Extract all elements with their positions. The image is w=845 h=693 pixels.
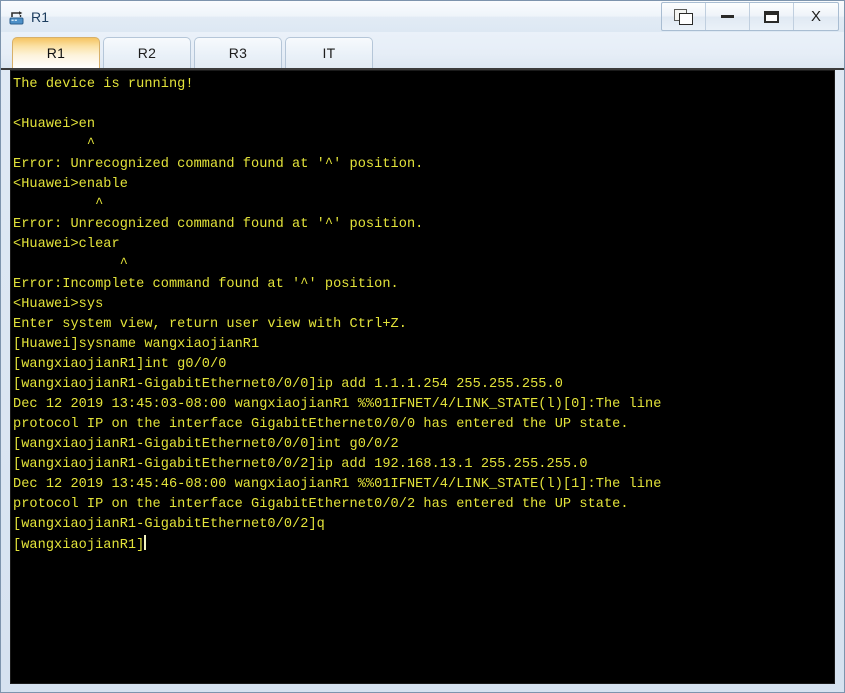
terminal-line: Error: Unrecognized command found at '^'… (13, 157, 424, 172)
terminal-line: [wangxiaojianR1-GigabitEthernet0/0/2]q (13, 517, 325, 532)
tab-bar-empty-area (376, 37, 844, 68)
title-bar: R1 X (1, 1, 844, 32)
terminal-line: protocol IP on the interface GigabitEthe… (13, 497, 629, 512)
terminal-line: [wangxiaojianR1-GigabitEthernet0/0/2]ip … (13, 457, 588, 472)
router-icon (8, 9, 26, 27)
terminal-prompt-text: [wangxiaojianR1] (13, 538, 145, 553)
terminal-line: ^ (13, 137, 96, 152)
window-controls: X (661, 2, 839, 31)
tab-r1-label: R1 (46, 45, 66, 61)
cli-terminal[interactable]: The device is running! <Huawei>en ^ Error:… (10, 70, 835, 684)
terminal-line: The device is running! (13, 77, 194, 92)
terminal-line: ^ (13, 257, 128, 272)
terminal-container: The device is running! <Huawei>en ^ Error:… (1, 70, 844, 692)
tab-r3[interactable]: R3 (194, 37, 282, 68)
terminal-line: Dec 12 2019 13:45:03-08:00 wangxiaojianR… (13, 397, 662, 412)
window-title: R1 (31, 8, 50, 25)
tab-r2-label: R2 (137, 45, 157, 61)
maximize-button[interactable] (750, 3, 794, 30)
terminal-line: protocol IP on the interface GigabitEthe… (13, 417, 629, 432)
terminal-line: ^ (13, 197, 104, 212)
terminal-line: <Huawei>enable (13, 177, 128, 192)
tab-r3-label: R3 (228, 45, 248, 61)
terminal-line: [wangxiaojianR1]int g0/0/0 (13, 357, 227, 372)
minimize-button[interactable] (706, 3, 750, 30)
close-button[interactable]: X (794, 3, 838, 30)
terminal-line: [Huawei]sysname wangxiaojianR1 (13, 337, 260, 352)
terminal-line: Dec 12 2019 13:45:46-08:00 wangxiaojianR… (13, 477, 662, 492)
restore-icon (674, 8, 693, 25)
terminal-output: The device is running! <Huawei>en ^ Error:… (13, 75, 834, 555)
device-tab-bar: R1 R2 R3 IT (1, 32, 844, 70)
terminal-prompt-line: [wangxiaojianR1] (13, 535, 834, 555)
terminal-line: Enter system view, return user view with… (13, 317, 407, 332)
close-icon: X (810, 8, 821, 25)
terminal-line: Error: Unrecognized command found at '^'… (13, 217, 424, 232)
minimize-icon (721, 15, 734, 18)
tab-r2[interactable]: R2 (103, 37, 191, 68)
tab-it[interactable]: IT (285, 37, 373, 68)
tab-it-label: IT (322, 45, 336, 61)
terminal-line: <Huawei>en (13, 117, 96, 132)
maximize-icon (764, 10, 779, 23)
terminal-line: <Huawei>sys (13, 297, 104, 312)
terminal-line: [wangxiaojianR1-GigabitEthernet0/0/0]int… (13, 437, 399, 452)
tab-r1[interactable]: R1 (12, 37, 100, 68)
terminal-line: Error:Incomplete command found at '^' po… (13, 277, 399, 292)
terminal-line: [wangxiaojianR1-GigabitEthernet0/0/0]ip … (13, 377, 563, 392)
terminal-cursor (144, 535, 147, 550)
terminal-line: <Huawei>clear (13, 237, 120, 252)
device-console-window: R1 X R1 R2 R3 IT The device is running! … (0, 0, 845, 693)
restore-button[interactable] (662, 3, 706, 30)
